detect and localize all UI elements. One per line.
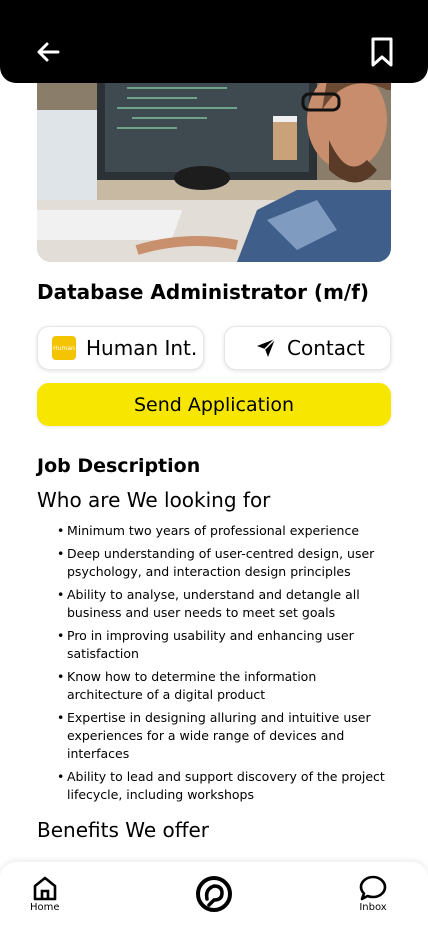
list-item: Pro in improving usability and enhancing…	[57, 627, 387, 663]
list-item: Ability to analyse, understand and detan…	[57, 586, 387, 622]
home-icon	[33, 876, 57, 901]
looking-for-heading: Who are We looking for	[37, 488, 271, 512]
list-item: Know how to determine the information ar…	[57, 668, 387, 704]
nav-inbox-label: Inbox	[359, 902, 387, 913]
arrow-left-icon[interactable]	[34, 38, 62, 66]
contact-button[interactable]: Contact	[224, 326, 391, 370]
bottom-navigation: Home Inbox	[0, 862, 428, 926]
job-hero-image	[37, 60, 391, 262]
company-logo-icon: Human	[52, 336, 76, 360]
company-name: Human Int.	[86, 336, 198, 360]
contact-label: Contact	[287, 336, 365, 360]
nav-home[interactable]: Home	[30, 874, 60, 913]
list-item: Expertise in designing alluring and intu…	[57, 709, 387, 763]
list-item: Ability to lead and support discovery of…	[57, 768, 387, 804]
job-description-heading: Job Description	[37, 455, 201, 477]
benefits-heading: Benefits We offer	[37, 818, 210, 842]
top-bar	[0, 0, 428, 83]
company-chip[interactable]: Human Human Int.	[37, 326, 204, 370]
send-application-button[interactable]: Send Application	[37, 383, 391, 426]
requirements-list: Minimum two years of professional experi…	[57, 522, 387, 809]
list-item: Minimum two years of professional experi…	[57, 522, 387, 540]
send-arrow-icon	[257, 338, 276, 357]
chat-bubble-icon	[359, 875, 387, 901]
bookmark-icon[interactable]	[368, 36, 396, 68]
nav-home-label: Home	[30, 902, 60, 913]
nav-inbox[interactable]: Inbox	[358, 874, 388, 913]
list-item: Deep understanding of user-centred desig…	[57, 545, 387, 581]
job-title: Database Administrator (m/f)	[37, 280, 370, 304]
center-logo-icon[interactable]	[195, 875, 233, 913]
